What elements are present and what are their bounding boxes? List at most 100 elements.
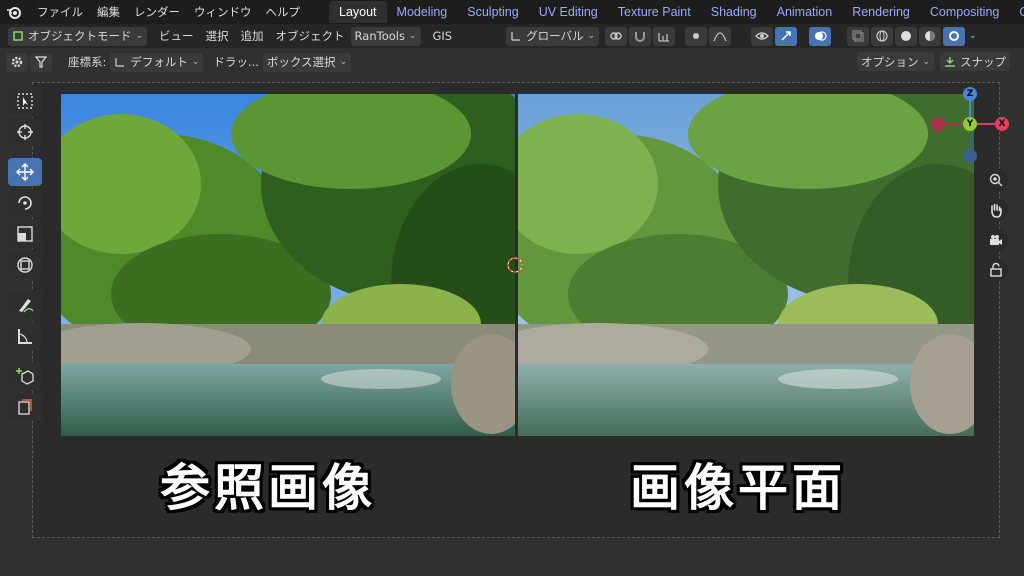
gizmo-arrow-icon <box>781 31 791 41</box>
proportional-edit-button[interactable] <box>685 26 708 46</box>
menu-gis[interactable]: GIS <box>433 29 453 43</box>
measure-tool[interactable] <box>8 322 42 350</box>
overlays-icon <box>815 31 827 41</box>
pivot-point-button[interactable] <box>605 26 628 46</box>
lock-camera-button[interactable] <box>984 258 1008 282</box>
pan-button[interactable] <box>984 198 1008 222</box>
scale-icon <box>17 226 33 242</box>
mode-label: オブジェクトモード <box>28 29 132 43</box>
image-plane-tool[interactable] <box>8 393 42 421</box>
tab-texture-paint[interactable]: Texture Paint <box>608 1 701 23</box>
menu-edit[interactable]: 編集 <box>90 0 127 24</box>
solid-sphere-icon <box>901 31 912 41</box>
gear-icon <box>11 56 23 68</box>
eye-icon <box>755 32 769 40</box>
drag-label: ドラッ... <box>213 55 259 69</box>
cursor-3d-icon <box>17 124 33 140</box>
snap-toggle-button[interactable] <box>629 26 652 46</box>
axis-x[interactable]: X <box>995 117 1009 131</box>
rantools-dropdown[interactable]: RanTools ⌄ <box>350 26 421 46</box>
menu-add[interactable]: 追加 <box>241 28 264 44</box>
tab-modeling[interactable]: Modeling <box>387 1 458 23</box>
camera-view-button[interactable] <box>984 228 1008 252</box>
material-sphere-icon <box>925 31 936 41</box>
chevron-down-icon: ⌄ <box>408 31 417 41</box>
tab-geometry-nodes[interactable]: Geomet <box>1009 1 1024 23</box>
chevron-down-icon[interactable]: ⌄ <box>969 31 977 41</box>
overlays-button[interactable] <box>809 26 832 46</box>
scale-tool[interactable] <box>8 220 42 248</box>
camera-icon <box>990 235 1002 245</box>
tab-uv-editing[interactable]: UV Editing <box>529 1 608 23</box>
rantools-label: RanTools <box>354 29 405 43</box>
right-header-controls: オプション ⌄ スナップ <box>856 52 1016 71</box>
menu-help[interactable]: ヘルプ <box>259 0 308 24</box>
shading-wireframe-button[interactable] <box>871 26 894 46</box>
navigation-gizmo[interactable]: Z Y X <box>926 82 1016 166</box>
reference-image[interactable] <box>61 94 515 436</box>
reference-image-caption: 参照画像 <box>160 459 376 517</box>
top-menu-bar: ファイル 編集 レンダー ウィンドウ ヘルプ Layout Modeling S… <box>0 0 1024 24</box>
transform-tool[interactable] <box>8 251 42 279</box>
orientation-label: グローバル <box>526 29 584 43</box>
tab-animation[interactable]: Animation <box>767 1 843 23</box>
zoom-button[interactable] <box>984 168 1008 192</box>
magnet-icon <box>635 32 646 42</box>
falloff-curve-icon <box>713 32 727 42</box>
blender-logo-icon[interactable] <box>6 1 22 23</box>
snap-label: スナップ <box>960 54 1006 69</box>
select-box-tool[interactable] <box>8 87 42 115</box>
menu-object[interactable]: オブジェクト <box>276 28 345 44</box>
annotate-tool[interactable] <box>8 291 42 319</box>
coord-system-label: 座標系: <box>68 55 107 69</box>
tab-sculpting[interactable]: Sculpting <box>457 1 528 23</box>
move-tool[interactable] <box>8 158 42 186</box>
gizmo-toggle-button[interactable] <box>775 26 798 46</box>
cursor-tool[interactable] <box>8 118 42 146</box>
tab-rendering[interactable]: Rendering <box>842 1 920 23</box>
unlock-icon <box>990 262 1002 277</box>
menu-file[interactable]: ファイル <box>30 0 90 24</box>
tab-shading[interactable]: Shading <box>701 1 767 23</box>
xray-button[interactable] <box>847 26 870 46</box>
tab-layout[interactable]: Layout <box>329 1 387 23</box>
options-dropdown[interactable]: オプション ⌄ <box>856 52 934 71</box>
zoom-icon <box>989 173 1003 187</box>
mode-dropdown[interactable]: オブジェクトモード ⌄ <box>8 26 148 46</box>
viewport-header: オブジェクトモード ⌄ ビュー 選択 追加 オブジェクト RanTools ⌄ … <box>0 24 1024 48</box>
transform-icon <box>17 257 33 273</box>
transform-orientation-dropdown[interactable]: グローバル ⌄ <box>506 26 600 46</box>
menu-view[interactable]: ビュー <box>159 28 194 44</box>
drag-dropdown[interactable]: ボックス選択 ⌄ <box>262 52 352 72</box>
menu-window[interactable]: ウィンドウ <box>187 0 259 24</box>
visibility-button[interactable] <box>751 26 774 46</box>
axis-z[interactable]: Z <box>963 87 977 101</box>
tab-compositing[interactable]: Compositing <box>920 1 1009 23</box>
image-plane[interactable] <box>518 94 974 436</box>
wireframe-sphere-icon <box>876 30 888 42</box>
menu-render[interactable]: レンダー <box>127 0 187 24</box>
shading-solid-button[interactable] <box>895 26 918 46</box>
image-plane-icon <box>18 399 32 415</box>
orientation-icon <box>511 32 521 41</box>
chevron-down-icon: ⌄ <box>191 57 200 67</box>
shading-material-button[interactable] <box>919 26 942 46</box>
tool-settings-button[interactable] <box>6 52 28 72</box>
coord-system-dropdown[interactable]: デフォルト ⌄ <box>110 52 204 72</box>
add-cube-tool[interactable] <box>8 362 42 390</box>
workspace-tabs: Layout Modeling Sculpting UV Editing Tex… <box>329 1 1024 23</box>
navigation-buttons <box>984 168 1010 288</box>
add-cube-icon <box>16 368 34 385</box>
proportional-edit-icon <box>693 33 700 39</box>
axis-y[interactable]: Y <box>963 117 977 131</box>
hand-icon <box>991 203 1002 218</box>
rotate-tool[interactable] <box>8 189 42 217</box>
menu-select[interactable]: 選択 <box>206 28 229 44</box>
snap-button[interactable]: スナップ <box>940 52 1010 71</box>
falloff-button[interactable] <box>709 26 732 46</box>
snap-grid-icon <box>658 33 670 42</box>
tool-shelf <box>8 84 48 424</box>
shading-rendered-button[interactable] <box>943 26 966 46</box>
filter-button[interactable] <box>30 52 52 72</box>
snap-target-button[interactable] <box>653 26 676 46</box>
